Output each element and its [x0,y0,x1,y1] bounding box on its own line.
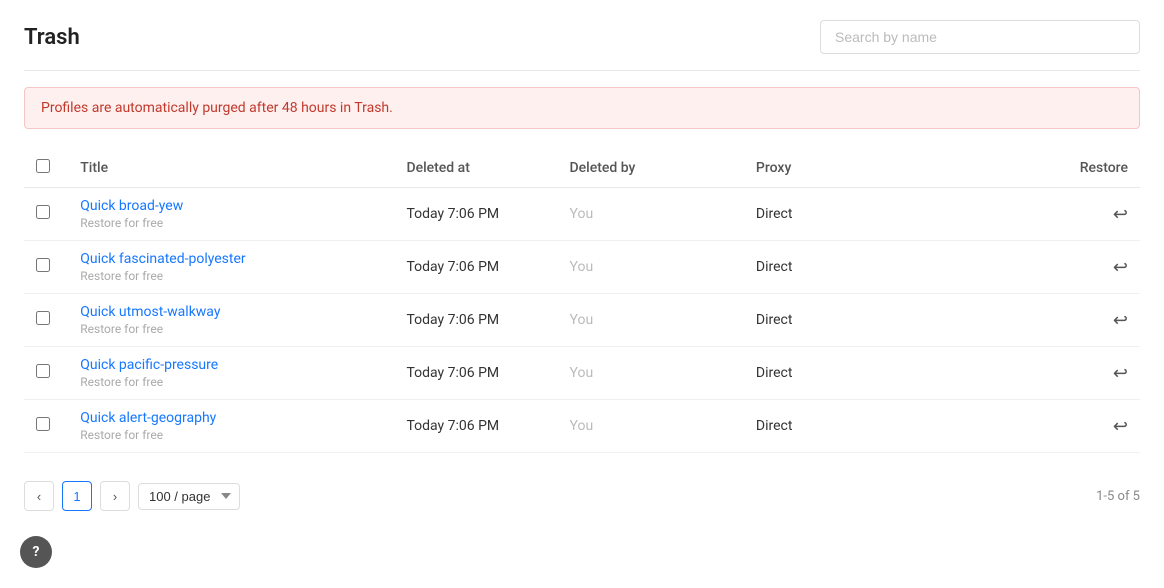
row-deleted-at-cell: Today 7:06 PM [394,188,557,241]
col-header-proxy: Proxy [744,149,1047,188]
restore-hint: Restore for free [80,322,382,336]
row-proxy-cell: Direct [744,188,1047,241]
row-deleted-by-cell: You [558,241,744,294]
table-row: Quick utmost-walkway Restore for free To… [24,294,1140,347]
restore-hint: Restore for free [80,375,382,389]
page-title: Trash [24,25,80,50]
pagination-left: ‹ 1 › 100 / page 50 / page 25 / page [24,481,240,511]
table-row: Quick pacific-pressure Restore for free … [24,347,1140,400]
col-header-deleted-at: Deleted at [394,149,557,188]
row-checkbox-cell [24,294,68,347]
row-deleted-at-cell: Today 7:06 PM [394,294,557,347]
row-proxy-cell: Direct [744,400,1047,453]
profile-name[interactable]: Quick fascinated-polyester [80,251,382,267]
next-page-button[interactable]: › [100,481,130,511]
col-header-restore: Restore [1047,149,1140,188]
proxy-value: Direct [756,365,793,381]
row-checkbox-cell [24,400,68,453]
profile-name[interactable]: Quick pacific-pressure [80,357,382,373]
row-title-cell: Quick alert-geography Restore for free [68,400,394,453]
row-title-cell: Quick pacific-pressure Restore for free [68,347,394,400]
deleted-by-value: You [570,365,594,381]
row-proxy-cell: Direct [744,347,1047,400]
row-restore-cell[interactable]: ↩ [1047,347,1140,400]
help-icon: ? [33,544,40,560]
proxy-value: Direct [756,418,793,434]
pagination: ‹ 1 › 100 / page 50 / page 25 / page 1-5… [24,473,1140,519]
table-row: Quick broad-yew Restore for free Today 7… [24,188,1140,241]
table-row: Quick fascinated-polyester Restore for f… [24,241,1140,294]
restore-button[interactable]: ↩ [1059,257,1128,278]
row-title-cell: Quick fascinated-polyester Restore for f… [68,241,394,294]
profile-name[interactable]: Quick alert-geography [80,410,382,426]
col-header-deleted-by: Deleted by [558,149,744,188]
row-restore-cell[interactable]: ↩ [1047,294,1140,347]
restore-hint: Restore for free [80,269,382,283]
proxy-value: Direct [756,259,793,275]
row-deleted-at-cell: Today 7:06 PM [394,347,557,400]
restore-button[interactable]: ↩ [1059,416,1128,437]
row-checkbox[interactable] [36,258,50,272]
deleted-at-value: Today 7:06 PM [406,365,499,381]
row-title-cell: Quick utmost-walkway Restore for free [68,294,394,347]
row-checkbox-cell [24,241,68,294]
proxy-value: Direct [756,206,793,222]
col-header-title: Title [68,149,394,188]
row-checkbox-cell [24,188,68,241]
proxy-value: Direct [756,312,793,328]
table-row: Quick alert-geography Restore for free T… [24,400,1140,453]
restore-hint: Restore for free [80,216,382,230]
deleted-by-value: You [570,259,594,275]
deleted-by-value: You [570,312,594,328]
row-restore-cell[interactable]: ↩ [1047,400,1140,453]
profile-name[interactable]: Quick broad-yew [80,198,382,214]
restore-hint: Restore for free [80,428,382,442]
header-checkbox-cell [24,149,68,188]
row-deleted-by-cell: You [558,400,744,453]
deleted-by-value: You [570,418,594,434]
restore-button[interactable]: ↩ [1059,204,1128,225]
row-checkbox[interactable] [36,311,50,325]
row-checkbox[interactable] [36,417,50,431]
row-proxy-cell: Direct [744,294,1047,347]
current-page-button[interactable]: 1 [62,481,92,511]
deleted-at-value: Today 7:06 PM [406,259,499,275]
header-divider [24,70,1140,71]
help-button[interactable]: ? [20,536,52,568]
trash-table: Title Deleted at Deleted by Proxy Restor… [24,149,1140,453]
row-deleted-at-cell: Today 7:06 PM [394,241,557,294]
row-checkbox[interactable] [36,364,50,378]
row-proxy-cell: Direct [744,241,1047,294]
row-deleted-by-cell: You [558,294,744,347]
restore-button[interactable]: ↩ [1059,363,1128,384]
deleted-by-value: You [570,206,594,222]
alert-banner: Profiles are automatically purged after … [24,87,1140,129]
profile-name[interactable]: Quick utmost-walkway [80,304,382,320]
select-all-checkbox[interactable] [36,159,50,173]
row-title-cell: Quick broad-yew Restore for free [68,188,394,241]
row-checkbox[interactable] [36,205,50,219]
row-deleted-by-cell: You [558,188,744,241]
restore-button[interactable]: ↩ [1059,310,1128,331]
deleted-at-value: Today 7:06 PM [406,312,499,328]
deleted-at-value: Today 7:06 PM [406,418,499,434]
row-deleted-at-cell: Today 7:06 PM [394,400,557,453]
prev-page-button[interactable]: ‹ [24,481,54,511]
page-size-select[interactable]: 100 / page 50 / page 25 / page [138,483,240,510]
search-input[interactable] [820,20,1140,54]
deleted-at-value: Today 7:06 PM [406,206,499,222]
trash-page: Trash Profiles are automatically purged … [0,0,1164,539]
row-checkbox-cell [24,347,68,400]
row-restore-cell[interactable]: ↩ [1047,241,1140,294]
alert-text: Profiles are automatically purged after … [41,100,393,116]
row-restore-cell[interactable]: ↩ [1047,188,1140,241]
pagination-summary: 1-5 of 5 [1096,489,1140,504]
row-deleted-by-cell: You [558,347,744,400]
page-header: Trash [24,20,1140,54]
